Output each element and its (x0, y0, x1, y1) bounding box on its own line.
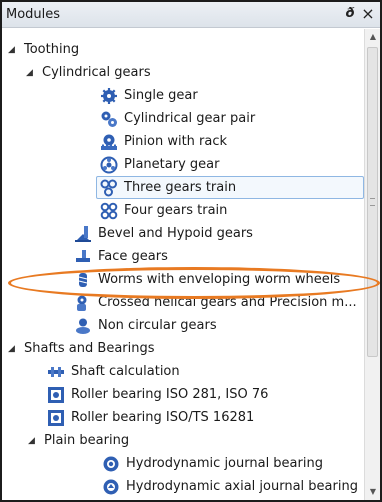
single-gear-icon (100, 87, 118, 105)
journal-bearing-icon (102, 455, 120, 473)
tree-item-label: Bevel and Hypoid gears (98, 225, 253, 241)
expand-arrow-icon[interactable]: ◢ (8, 45, 20, 55)
tree-node-plain-bearing[interactable]: ◢ Plain bearing (28, 429, 129, 452)
tree-item-label: Cylindrical gear pair (124, 110, 256, 126)
tree-item-planetary-gear[interactable]: Planetary gear (100, 153, 219, 176)
tree-item-label: Roller bearing ISO/TS 16281 (71, 409, 255, 425)
tree-item-label: Pinion with rack (124, 133, 228, 149)
tree-item-hydrodynamic-axial[interactable]: Hydrodynamic axial journal bearing (102, 475, 358, 498)
worm-gear-icon (74, 271, 92, 289)
tree-item-four-gears-train[interactable]: Four gears train (100, 199, 227, 222)
scroll-up-arrow-icon[interactable]: ▲ (365, 29, 381, 45)
tree-item-label: Non circular gears (98, 317, 217, 333)
tree-item-label: Planetary gear (124, 156, 220, 172)
expand-arrow-icon[interactable]: ◢ (26, 68, 38, 78)
three-gears-icon (100, 179, 118, 197)
crossed-helical-icon (74, 294, 92, 312)
tree-item-hydrodynamic-journal[interactable]: Hydrodynamic journal bearing (102, 452, 323, 475)
tree-item-label: Hydrodynamic journal bearing (126, 455, 323, 471)
tree-item-three-gears-train[interactable]: Three gears train (96, 176, 364, 199)
non-circular-gear-icon (74, 317, 92, 335)
tree-item-bevel-hypoid-gears[interactable]: Bevel and Hypoid gears (74, 222, 253, 245)
four-gears-icon (100, 202, 118, 220)
tree-item-cylindrical-gear-pair[interactable]: Cylindrical gear pair (100, 107, 255, 130)
tree-item-shaft-calculation[interactable]: Shaft calculation (47, 360, 180, 383)
tree-item-label: Shaft calculation (71, 363, 180, 379)
tree-node-label: Plain bearing (44, 432, 130, 448)
tree-item-label: Three gears train (124, 179, 237, 195)
bevel-gear-icon (74, 225, 92, 243)
panel-title: Modules (6, 7, 61, 22)
tree-node-label: Shafts and Bearings (24, 340, 155, 356)
float-panel-button[interactable]: ð (342, 5, 358, 23)
roller-bearing-icon (47, 386, 65, 404)
planetary-gear-icon (100, 156, 118, 174)
modules-panel: Modules ð × ◢ Toothing ◢ Cylindrical gea… (0, 0, 382, 502)
tree-item-roller-bearing-iso-ts[interactable]: Roller bearing ISO/TS 16281 (47, 406, 254, 429)
tree-item-label: Crossed helical gears and Precision m... (98, 294, 357, 310)
expand-arrow-icon[interactable]: ◢ (8, 344, 20, 354)
tree-item-label: Single gear (124, 87, 198, 103)
pinion-rack-icon (100, 133, 118, 151)
face-gear-icon (74, 248, 92, 266)
tree-node-toothing[interactable]: ◢ Toothing (8, 38, 79, 61)
modules-tree: ◢ Toothing ◢ Cylindrical gears Single ge… (2, 29, 364, 500)
tree-item-label: Hydrodynamic axial journal bearing (126, 478, 358, 494)
tree-node-label: Toothing (24, 41, 80, 57)
tree-item-label: Four gears train (124, 202, 228, 218)
expand-arrow-icon[interactable]: ◢ (28, 436, 40, 446)
scrollbar-thumb[interactable] (367, 47, 378, 357)
tree-node-cylindrical-gears[interactable]: ◢ Cylindrical gears (26, 61, 151, 84)
roller-bearing-icon (47, 409, 65, 427)
tree-item-crossed-helical[interactable]: Crossed helical gears and Precision m... (74, 291, 357, 314)
tree-item-label: Worms with enveloping worm wheels (98, 271, 341, 287)
tree-item-roller-bearing-iso-281[interactable]: Roller bearing ISO 281, ISO 76 (47, 383, 268, 406)
tree-item-worms-enveloping[interactable]: Worms with enveloping worm wheels (74, 268, 340, 291)
tree-node-shafts-and-bearings[interactable]: ◢ Shafts and Bearings (8, 337, 155, 360)
panel-titlebar: Modules ð × (2, 2, 380, 28)
tree-item-single-gear[interactable]: Single gear (100, 84, 198, 107)
scroll-down-arrow-icon[interactable]: ▼ (365, 484, 381, 500)
tree-item-pinion-with-rack[interactable]: Pinion with rack (100, 130, 227, 153)
tree-item-non-circular-gears[interactable]: Non circular gears (74, 314, 217, 337)
gear-pair-icon (100, 110, 118, 128)
shaft-icon (47, 363, 65, 381)
vertical-scrollbar[interactable]: ▲ ▼ (364, 29, 380, 500)
tree-item-label: Face gears (98, 248, 168, 264)
close-panel-button[interactable]: × (360, 5, 376, 23)
tree-item-face-gears[interactable]: Face gears (74, 245, 168, 268)
axial-bearing-icon (102, 478, 120, 496)
tree-node-label: Cylindrical gears (42, 64, 151, 80)
tree-item-label: Roller bearing ISO 281, ISO 76 (71, 386, 269, 402)
scrollbar-grip-icon (370, 198, 375, 206)
